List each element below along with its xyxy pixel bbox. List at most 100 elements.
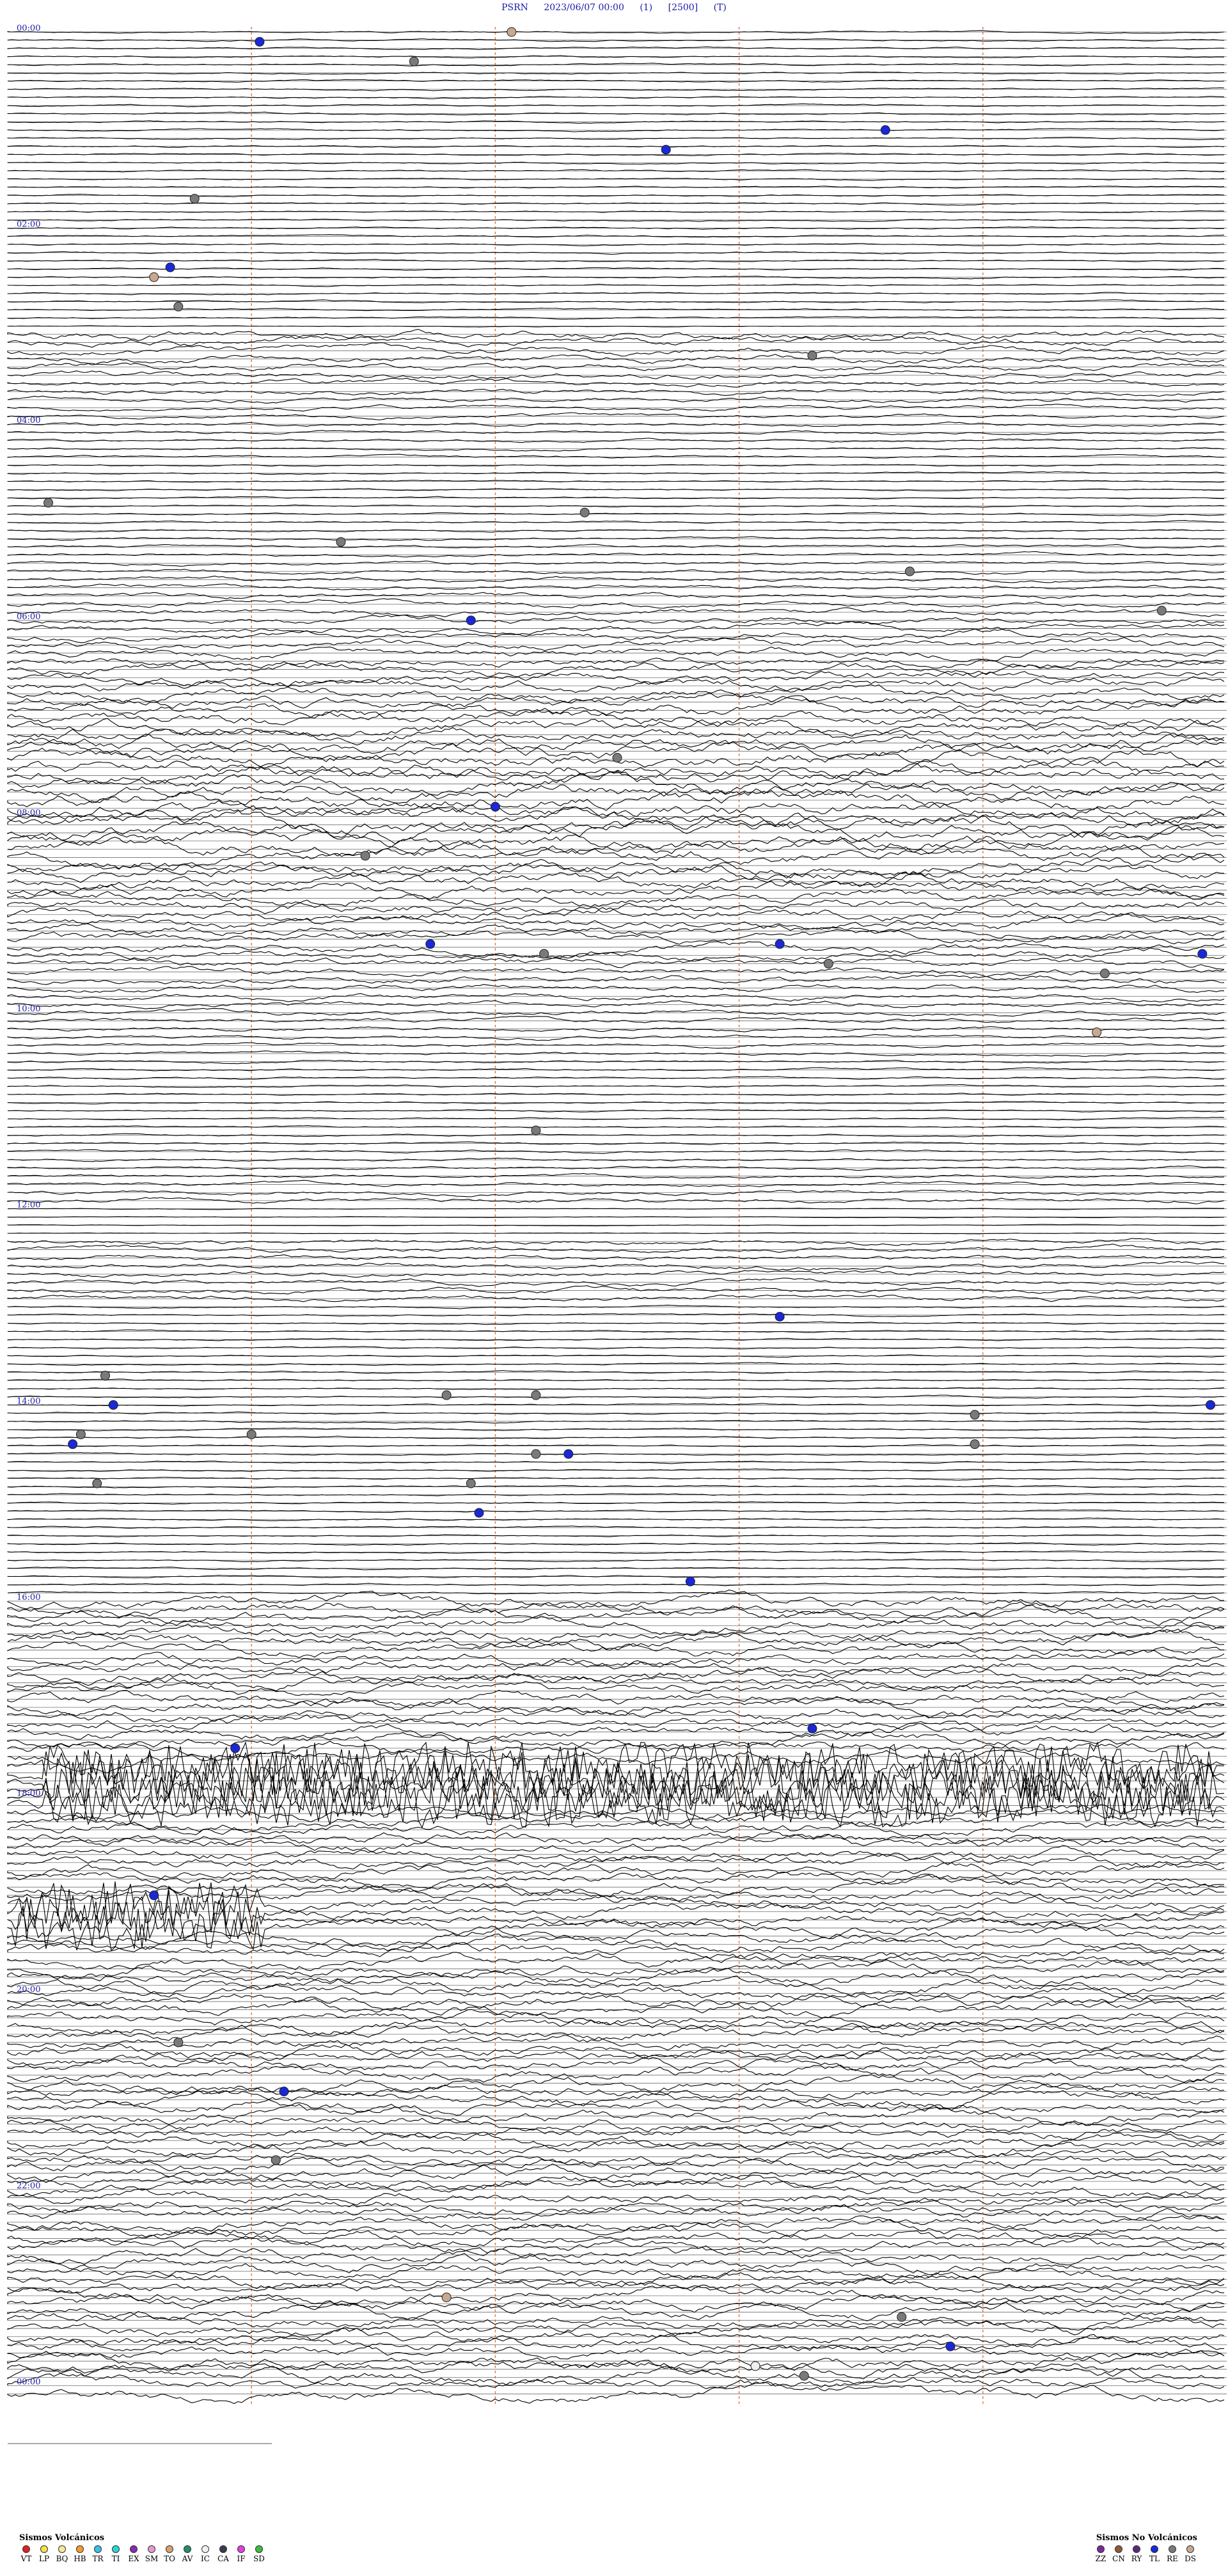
trace-line (7, 299, 1225, 303)
event-marker-re (799, 2371, 809, 2381)
trace-line (7, 818, 1225, 844)
legend-item-ds: DS (1183, 2545, 1197, 2563)
trace-line (7, 1966, 1225, 1987)
trace-line (7, 2131, 1225, 2150)
legend-item-lp: LP (37, 2545, 51, 2563)
trace-line (7, 1180, 1225, 1187)
scale-label: [2500] (668, 3, 698, 13)
legend-nonvolcanic-title: Sismos No Volcánicos (1096, 2533, 1197, 2543)
trace-line (7, 670, 1225, 688)
legend-item-bq: BQ (55, 2545, 69, 2563)
trace-line (7, 1952, 1225, 1972)
event-marker-re (336, 537, 346, 547)
event-marker-re (531, 1390, 541, 1400)
hour-label: 16:00 (17, 1593, 40, 1602)
legend-label: IF (237, 2554, 246, 2563)
hour-labels: 00:00 02:00 04:00 06:00 08:00 10:00 12:00 14:00… (17, 24, 40, 2387)
hour-label: 00:00 (17, 2377, 40, 2387)
chart-header: PSRN 2023/06/07 00:00 (1) [2500] (T) (0, 3, 1228, 13)
event-marker-re (100, 1370, 110, 1380)
hour-label: 14:00 (17, 1396, 40, 1406)
legend-item-sm: SM (145, 2545, 159, 2563)
trace-line (7, 177, 1225, 181)
trace-line (7, 1216, 1224, 1219)
trace-line (7, 520, 1225, 525)
trace-line (7, 2360, 1225, 2380)
trace-line (7, 2202, 1225, 2221)
trace-line (7, 1419, 1224, 1424)
trace-line (7, 354, 1225, 365)
legend-dot (58, 2545, 66, 2553)
legend-item-ti: TI (109, 2545, 123, 2563)
event-marker-re (271, 2155, 281, 2165)
trace-line (7, 1370, 1225, 1374)
hour-label: 12:00 (17, 1201, 40, 1210)
event-marker-tl (775, 939, 785, 949)
event-marker-tl (425, 939, 436, 949)
event-marker-re (970, 1410, 980, 1420)
trace-line (7, 880, 1225, 900)
legend-volcanic-title: Sismos Volcánicos (19, 2533, 105, 2543)
event-marker-tl (880, 125, 890, 135)
trace-line (7, 2344, 1225, 2360)
hour-label: 04:00 (17, 416, 40, 425)
event-marker-tl (149, 1890, 159, 1900)
trace-line (7, 1721, 1225, 1742)
trace-line (7, 377, 1225, 388)
legend-dot (76, 2545, 84, 2553)
hour-label: 18:00 (17, 1789, 40, 1799)
trace-line (7, 1173, 1225, 1179)
legend-item-ry: RY (1130, 2545, 1144, 2563)
trace-line (7, 1525, 1225, 1529)
trace-line (7, 487, 1225, 491)
trace-line (7, 984, 1225, 993)
legend-nonvolcanic-items: ZZ CN RY TL RE DS (1094, 2545, 1197, 2563)
trace-line (7, 1189, 1225, 1197)
trace-line (7, 614, 1225, 624)
trace-line (7, 454, 1225, 459)
trace-line (7, 342, 1225, 357)
trace-line (7, 560, 1225, 567)
event-marker-ic (750, 2361, 760, 2371)
hour-label: 00:00 (17, 24, 40, 33)
trace-line (7, 55, 1225, 59)
event-marker-re (612, 752, 622, 763)
legend-item-zz: ZZ (1094, 2545, 1108, 2563)
trace-line (7, 103, 1225, 107)
legend-label: TR (92, 2554, 104, 2563)
trace-line (7, 2140, 1225, 2160)
event-marker-re (531, 1125, 541, 1135)
legend-label: DS (1185, 2554, 1196, 2563)
legend-label: RY (1131, 2554, 1142, 2563)
trace-line (7, 1750, 1225, 1774)
event-marker-re (897, 2312, 907, 2322)
trace-line (7, 1007, 1225, 1017)
event-marker-re (970, 1439, 980, 1450)
event-marker-re (409, 56, 419, 67)
trace-line (7, 1232, 1224, 1235)
event-marker-ds (1092, 1027, 1102, 1038)
trace-line (7, 825, 1225, 855)
legend-label: SM (145, 2554, 159, 2563)
trace-line (7, 1067, 1225, 1071)
event-markers (43, 27, 1216, 2381)
trace-line (7, 1117, 1225, 1121)
legend-label: AV (182, 2554, 193, 2563)
legend-dot (166, 2545, 173, 2553)
legend-dot (1169, 2545, 1176, 2553)
trace-line (7, 1629, 1225, 1650)
trace-line (7, 464, 1225, 467)
trace-line (7, 1602, 1225, 1626)
trace-line (7, 446, 1225, 452)
trace-line (7, 1583, 1225, 1586)
legend-item-ca: CA (216, 2545, 230, 2563)
legend-dot (201, 2545, 209, 2553)
hour-label: 08:00 (17, 808, 40, 818)
trace-line (7, 2188, 1225, 2206)
legend-dot (1097, 2545, 1105, 2553)
legend-label: VT (20, 2554, 32, 2563)
event-marker-tl (108, 1400, 118, 1410)
event-marker-tl (466, 615, 476, 626)
event-marker-re (1099, 968, 1110, 979)
event-marker-tl (807, 1723, 817, 1734)
